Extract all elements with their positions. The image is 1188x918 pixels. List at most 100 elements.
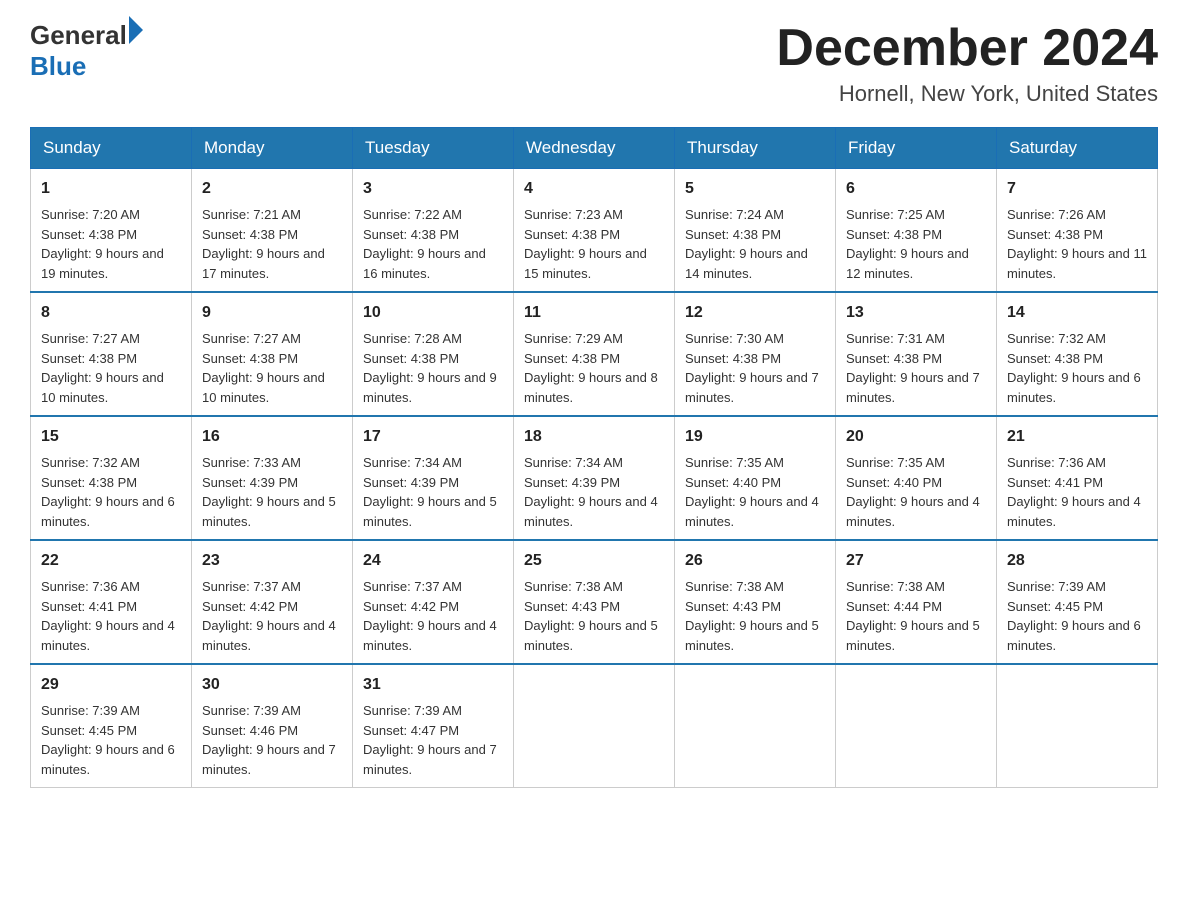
header-row: SundayMondayTuesdayWednesdayThursdayFrid… (31, 128, 1158, 169)
cell-info: Sunrise: 7:32 AMSunset: 4:38 PMDaylight:… (41, 455, 175, 529)
day-number: 7 (1007, 177, 1147, 201)
calendar-cell: 22 Sunrise: 7:36 AMSunset: 4:41 PMDaylig… (31, 540, 192, 664)
cell-info: Sunrise: 7:20 AMSunset: 4:38 PMDaylight:… (41, 207, 164, 281)
cell-info: Sunrise: 7:39 AMSunset: 4:45 PMDaylight:… (1007, 579, 1141, 653)
cell-info: Sunrise: 7:39 AMSunset: 4:47 PMDaylight:… (363, 703, 497, 777)
day-number: 24 (363, 549, 503, 573)
cell-info: Sunrise: 7:36 AMSunset: 4:41 PMDaylight:… (41, 579, 175, 653)
calendar-cell: 16 Sunrise: 7:33 AMSunset: 4:39 PMDaylig… (192, 416, 353, 540)
calendar-cell: 15 Sunrise: 7:32 AMSunset: 4:38 PMDaylig… (31, 416, 192, 540)
header-day-wednesday: Wednesday (514, 128, 675, 169)
day-number: 10 (363, 301, 503, 325)
cell-info: Sunrise: 7:22 AMSunset: 4:38 PMDaylight:… (363, 207, 486, 281)
calendar-cell: 8 Sunrise: 7:27 AMSunset: 4:38 PMDayligh… (31, 292, 192, 416)
day-number: 29 (41, 673, 181, 697)
calendar-cell: 13 Sunrise: 7:31 AMSunset: 4:38 PMDaylig… (836, 292, 997, 416)
day-number: 20 (846, 425, 986, 449)
calendar-cell: 6 Sunrise: 7:25 AMSunset: 4:38 PMDayligh… (836, 169, 997, 293)
day-number: 19 (685, 425, 825, 449)
day-number: 22 (41, 549, 181, 573)
header-day-monday: Monday (192, 128, 353, 169)
day-number: 23 (202, 549, 342, 573)
header-day-thursday: Thursday (675, 128, 836, 169)
cell-info: Sunrise: 7:27 AMSunset: 4:38 PMDaylight:… (202, 331, 325, 405)
cell-info: Sunrise: 7:34 AMSunset: 4:39 PMDaylight:… (524, 455, 658, 529)
cell-info: Sunrise: 7:38 AMSunset: 4:44 PMDaylight:… (846, 579, 980, 653)
calendar-week-row: 22 Sunrise: 7:36 AMSunset: 4:41 PMDaylig… (31, 540, 1158, 664)
cell-info: Sunrise: 7:37 AMSunset: 4:42 PMDaylight:… (363, 579, 497, 653)
calendar-cell: 26 Sunrise: 7:38 AMSunset: 4:43 PMDaylig… (675, 540, 836, 664)
calendar-cell: 20 Sunrise: 7:35 AMSunset: 4:40 PMDaylig… (836, 416, 997, 540)
calendar-cell: 9 Sunrise: 7:27 AMSunset: 4:38 PMDayligh… (192, 292, 353, 416)
calendar-cell (675, 664, 836, 788)
cell-info: Sunrise: 7:24 AMSunset: 4:38 PMDaylight:… (685, 207, 808, 281)
cell-info: Sunrise: 7:35 AMSunset: 4:40 PMDaylight:… (846, 455, 980, 529)
logo: General Blue (30, 20, 143, 82)
cell-info: Sunrise: 7:35 AMSunset: 4:40 PMDaylight:… (685, 455, 819, 529)
day-number: 31 (363, 673, 503, 697)
day-number: 6 (846, 177, 986, 201)
calendar-cell: 1 Sunrise: 7:20 AMSunset: 4:38 PMDayligh… (31, 169, 192, 293)
cell-info: Sunrise: 7:36 AMSunset: 4:41 PMDaylight:… (1007, 455, 1141, 529)
calendar-cell: 3 Sunrise: 7:22 AMSunset: 4:38 PMDayligh… (353, 169, 514, 293)
day-number: 14 (1007, 301, 1147, 325)
calendar-cell: 12 Sunrise: 7:30 AMSunset: 4:38 PMDaylig… (675, 292, 836, 416)
cell-info: Sunrise: 7:29 AMSunset: 4:38 PMDaylight:… (524, 331, 658, 405)
calendar-week-row: 8 Sunrise: 7:27 AMSunset: 4:38 PMDayligh… (31, 292, 1158, 416)
calendar-week-row: 1 Sunrise: 7:20 AMSunset: 4:38 PMDayligh… (31, 169, 1158, 293)
calendar-cell: 24 Sunrise: 7:37 AMSunset: 4:42 PMDaylig… (353, 540, 514, 664)
cell-info: Sunrise: 7:38 AMSunset: 4:43 PMDaylight:… (524, 579, 658, 653)
cell-info: Sunrise: 7:23 AMSunset: 4:38 PMDaylight:… (524, 207, 647, 281)
calendar-cell: 19 Sunrise: 7:35 AMSunset: 4:40 PMDaylig… (675, 416, 836, 540)
day-number: 11 (524, 301, 664, 325)
day-number: 27 (846, 549, 986, 573)
cell-info: Sunrise: 7:32 AMSunset: 4:38 PMDaylight:… (1007, 331, 1141, 405)
day-number: 13 (846, 301, 986, 325)
cell-info: Sunrise: 7:28 AMSunset: 4:38 PMDaylight:… (363, 331, 497, 405)
calendar-cell: 28 Sunrise: 7:39 AMSunset: 4:45 PMDaylig… (997, 540, 1158, 664)
calendar-table: SundayMondayTuesdayWednesdayThursdayFrid… (30, 127, 1158, 788)
page-header: General Blue December 2024 Hornell, New … (30, 20, 1158, 107)
cell-info: Sunrise: 7:33 AMSunset: 4:39 PMDaylight:… (202, 455, 336, 529)
logo-triangle-icon (129, 16, 143, 44)
calendar-cell: 2 Sunrise: 7:21 AMSunset: 4:38 PMDayligh… (192, 169, 353, 293)
cell-info: Sunrise: 7:21 AMSunset: 4:38 PMDaylight:… (202, 207, 325, 281)
logo-blue-text: Blue (30, 51, 143, 82)
cell-info: Sunrise: 7:39 AMSunset: 4:45 PMDaylight:… (41, 703, 175, 777)
calendar-week-row: 15 Sunrise: 7:32 AMSunset: 4:38 PMDaylig… (31, 416, 1158, 540)
day-number: 8 (41, 301, 181, 325)
calendar-cell: 5 Sunrise: 7:24 AMSunset: 4:38 PMDayligh… (675, 169, 836, 293)
calendar-cell: 11 Sunrise: 7:29 AMSunset: 4:38 PMDaylig… (514, 292, 675, 416)
calendar-cell (997, 664, 1158, 788)
calendar-cell: 10 Sunrise: 7:28 AMSunset: 4:38 PMDaylig… (353, 292, 514, 416)
day-number: 15 (41, 425, 181, 449)
cell-info: Sunrise: 7:30 AMSunset: 4:38 PMDaylight:… (685, 331, 819, 405)
cell-info: Sunrise: 7:26 AMSunset: 4:38 PMDaylight:… (1007, 207, 1147, 281)
cell-info: Sunrise: 7:25 AMSunset: 4:38 PMDaylight:… (846, 207, 969, 281)
header-day-friday: Friday (836, 128, 997, 169)
day-number: 25 (524, 549, 664, 573)
day-number: 18 (524, 425, 664, 449)
cell-info: Sunrise: 7:27 AMSunset: 4:38 PMDaylight:… (41, 331, 164, 405)
calendar-cell: 7 Sunrise: 7:26 AMSunset: 4:38 PMDayligh… (997, 169, 1158, 293)
calendar-cell: 27 Sunrise: 7:38 AMSunset: 4:44 PMDaylig… (836, 540, 997, 664)
day-number: 17 (363, 425, 503, 449)
cell-info: Sunrise: 7:38 AMSunset: 4:43 PMDaylight:… (685, 579, 819, 653)
title-area: December 2024 Hornell, New York, United … (776, 20, 1158, 107)
cell-info: Sunrise: 7:31 AMSunset: 4:38 PMDaylight:… (846, 331, 980, 405)
calendar-cell: 29 Sunrise: 7:39 AMSunset: 4:45 PMDaylig… (31, 664, 192, 788)
calendar-cell: 25 Sunrise: 7:38 AMSunset: 4:43 PMDaylig… (514, 540, 675, 664)
day-number: 1 (41, 177, 181, 201)
logo-general-text: General (30, 20, 127, 51)
header-day-tuesday: Tuesday (353, 128, 514, 169)
calendar-cell (514, 664, 675, 788)
cell-info: Sunrise: 7:34 AMSunset: 4:39 PMDaylight:… (363, 455, 497, 529)
calendar-cell: 4 Sunrise: 7:23 AMSunset: 4:38 PMDayligh… (514, 169, 675, 293)
day-number: 21 (1007, 425, 1147, 449)
calendar-cell: 17 Sunrise: 7:34 AMSunset: 4:39 PMDaylig… (353, 416, 514, 540)
header-day-saturday: Saturday (997, 128, 1158, 169)
day-number: 26 (685, 549, 825, 573)
calendar-cell: 23 Sunrise: 7:37 AMSunset: 4:42 PMDaylig… (192, 540, 353, 664)
calendar-cell: 31 Sunrise: 7:39 AMSunset: 4:47 PMDaylig… (353, 664, 514, 788)
calendar-cell: 21 Sunrise: 7:36 AMSunset: 4:41 PMDaylig… (997, 416, 1158, 540)
